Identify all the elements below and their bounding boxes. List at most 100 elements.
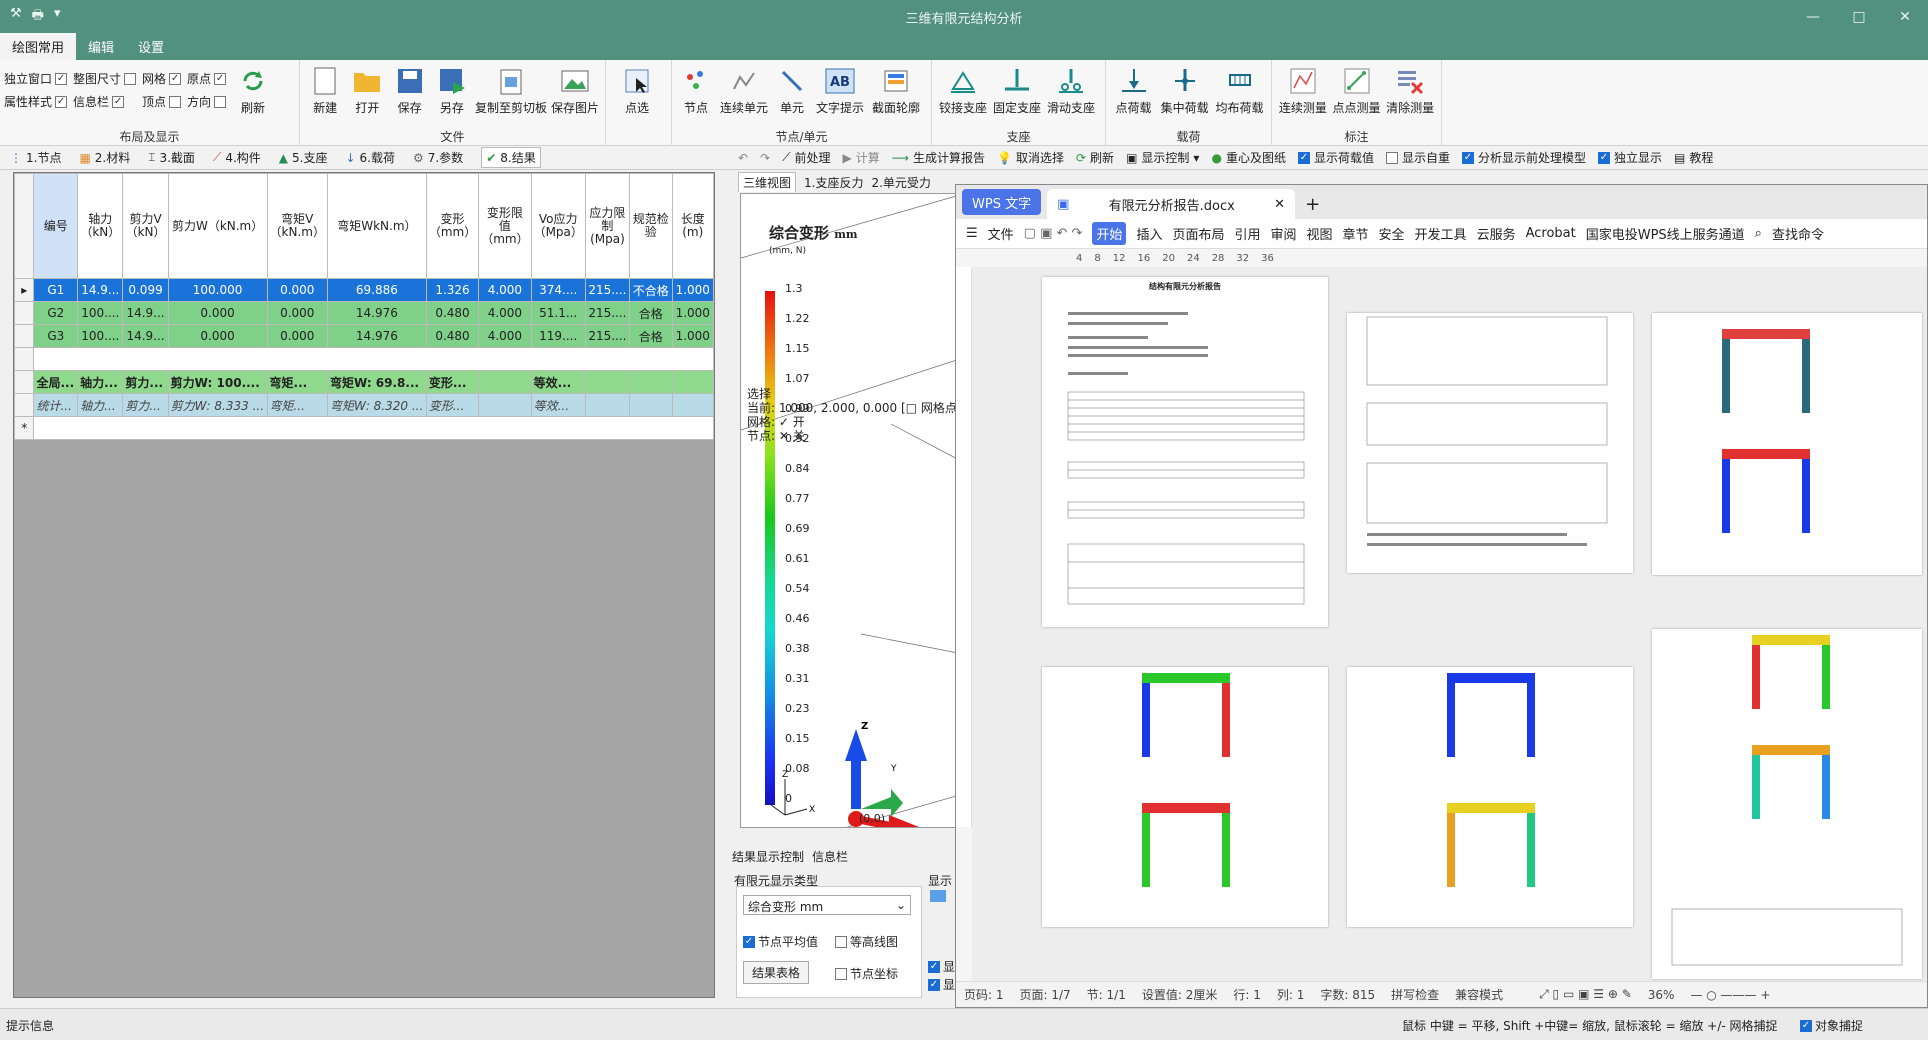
- menu-search[interactable]: 查找命令: [1772, 224, 1824, 243]
- col-header[interactable]: 长度(m): [671, 173, 714, 279]
- save-as-button[interactable]: 另存: [433, 62, 471, 116]
- table-cell[interactable]: G1: [33, 278, 79, 302]
- col-header[interactable]: 变形（mm）: [425, 173, 480, 279]
- col-header[interactable]: 规范检验: [628, 173, 673, 279]
- result-table-button[interactable]: 结果表格: [743, 961, 810, 984]
- table-cell[interactable]: 0.000: [167, 301, 268, 325]
- display-type-select[interactable]: 综合变形 mm ⌄: [743, 895, 911, 915]
- new-row-cell[interactable]: [33, 416, 714, 440]
- menu-service[interactable]: 国家电投WPS线上服务通道: [1586, 224, 1745, 243]
- table-row[interactable]: G3 100.... 14.9... 0.000 0.000 14.976 0.480 4.0…: [14, 324, 714, 348]
- chk-fullsize[interactable]: 整图尺寸: [73, 70, 137, 87]
- element-button[interactable]: 单元: [774, 62, 810, 116]
- table-cell[interactable]: 0.000: [167, 324, 268, 348]
- tab-3d-view[interactable]: 三维视图: [738, 172, 797, 192]
- checkbox-icon[interactable]: ✓: [55, 95, 68, 108]
- table-cell[interactable]: 14.9...: [77, 278, 124, 302]
- chk-node-coords[interactable]: 节点坐标: [835, 965, 898, 982]
- table-cell[interactable]: 215....: [584, 278, 630, 302]
- new-tab-icon[interactable]: +: [1295, 189, 1330, 219]
- col-header[interactable]: 弯矩WkN.m）: [326, 173, 427, 279]
- close-button[interactable]: ✕: [1882, 0, 1928, 34]
- menu-acrobat[interactable]: Acrobat: [1526, 226, 1576, 241]
- checkbox-icon[interactable]: ✓: [928, 960, 940, 973]
- hinged-support-button[interactable]: 铰接支座: [938, 62, 988, 116]
- table-cell[interactable]: 合格: [628, 301, 673, 325]
- doc-page-6[interactable]: [1652, 629, 1922, 979]
- new-row[interactable]: *: [14, 416, 714, 440]
- tab-element-force[interactable]: 2.单元受力: [871, 174, 930, 191]
- chk-pre-model[interactable]: ✓ 分析显示前处理模型: [1461, 149, 1586, 166]
- refresh-button[interactable]: 刷新: [228, 62, 278, 116]
- table-cell[interactable]: 4.000: [478, 278, 532, 302]
- row-header[interactable]: [14, 301, 35, 325]
- col-header[interactable]: 剪力V（kN）: [122, 173, 169, 279]
- table-cell[interactable]: 1.000: [671, 324, 714, 348]
- checkbox-icon[interactable]: ✓: [1800, 1019, 1812, 1032]
- table-cell[interactable]: 0.000: [266, 278, 328, 302]
- minimize-button[interactable]: —: [1790, 0, 1836, 34]
- table-cell[interactable]: 100.000: [167, 278, 268, 302]
- subtab-material[interactable]: ▦ 2.材料: [79, 149, 130, 166]
- table-cell[interactable]: 1.000: [671, 278, 714, 302]
- chk-show-b[interactable]: ✓ 显: [928, 976, 955, 993]
- dropdown-icon[interactable]: ▾: [54, 6, 61, 28]
- point-load-button[interactable]: 点荷载: [1112, 62, 1155, 116]
- table-cell[interactable]: G3: [33, 324, 79, 348]
- checkbox-icon[interactable]: ✓: [112, 95, 125, 108]
- chk-show-a[interactable]: ✓ 显: [928, 958, 955, 975]
- menu-home[interactable]: 开始: [1092, 222, 1127, 245]
- chk-contour[interactable]: 等高线图: [835, 933, 898, 950]
- col-header[interactable]: Vo应力（Mpa）: [530, 173, 586, 279]
- tab-close-icon[interactable]: ✕: [1274, 197, 1285, 212]
- checkbox-icon[interactable]: ✓: [169, 72, 182, 85]
- table-cell[interactable]: 215....: [584, 301, 630, 325]
- doc-tab[interactable]: ▣ 有限元分析报告.docx ✕: [1047, 189, 1296, 219]
- chk-attr-style[interactable]: 属性样式 ✓: [4, 93, 68, 110]
- doc-page-2[interactable]: [1347, 313, 1633, 573]
- subtab-section[interactable]: ⌶ 3.截面: [148, 149, 195, 166]
- chk-standalone-view[interactable]: ✓ 独立显示: [1598, 149, 1662, 166]
- pick-button[interactable]: 点选: [612, 62, 662, 116]
- preprocess-button[interactable]: ⟋ 前处理: [782, 149, 830, 166]
- menu-dev[interactable]: 开发工具: [1415, 224, 1467, 243]
- checkbox-icon[interactable]: ✓: [1598, 151, 1610, 164]
- checkbox-icon[interactable]: [835, 935, 847, 948]
- chk-origin[interactable]: 原点 ✓: [187, 70, 227, 87]
- doc-page-5[interactable]: [1347, 667, 1633, 927]
- menu-layout[interactable]: 页面布局: [1172, 224, 1224, 243]
- checkbox-icon[interactable]: [124, 72, 137, 85]
- text-hint-button[interactable]: AB 文字提示: [814, 62, 866, 116]
- col-header[interactable]: 弯矩V（kN.m）: [266, 173, 328, 279]
- doc-page-3[interactable]: [1652, 313, 1922, 575]
- save-image-button[interactable]: 保存图片: [551, 62, 599, 116]
- chk-self-weight[interactable]: 显示自重: [1385, 149, 1450, 166]
- row-header[interactable]: [14, 324, 35, 348]
- table-cell[interactable]: 不合格: [628, 278, 673, 302]
- table-cell[interactable]: 14.9...: [122, 324, 169, 348]
- subtab-param[interactable]: ⚙ 7.参数: [413, 149, 463, 166]
- chk-direction[interactable]: 方向: [187, 93, 227, 110]
- menu-chapter[interactable]: 章节: [1343, 224, 1369, 243]
- tab-support-reaction[interactable]: 1.支座反力: [804, 174, 863, 191]
- menu-cloud[interactable]: 云服务: [1477, 224, 1516, 243]
- continuous-element-button[interactable]: 连续单元: [718, 62, 770, 116]
- node-button[interactable]: 节点: [678, 62, 714, 116]
- subtab-load[interactable]: ↓ 6.载荷: [345, 149, 395, 166]
- checkbox-icon[interactable]: [169, 95, 182, 108]
- clear-measure-button[interactable]: 清除测量: [1385, 62, 1435, 116]
- slider-handle[interactable]: [930, 890, 946, 902]
- report-button[interactable]: ⟶ 生成计算报告: [892, 149, 985, 166]
- checkbox-icon[interactable]: [835, 967, 847, 980]
- table-cell[interactable]: 0.000: [266, 324, 328, 348]
- tab-edit[interactable]: 编辑: [76, 33, 126, 60]
- table-cell[interactable]: 合格: [628, 324, 673, 348]
- table-cell[interactable]: 14.976: [326, 301, 427, 325]
- table-cell[interactable]: 100....: [77, 301, 124, 325]
- zoom-level[interactable]: 36%: [1648, 988, 1675, 1002]
- calc-button[interactable]: ▶ 计算: [843, 149, 880, 166]
- checkbox-icon[interactable]: ✓: [928, 978, 940, 991]
- tab-settings[interactable]: 设置: [126, 33, 176, 60]
- table-cell[interactable]: 0.480: [425, 301, 480, 325]
- subtab-support[interactable]: ▲ 5.支座: [279, 149, 328, 166]
